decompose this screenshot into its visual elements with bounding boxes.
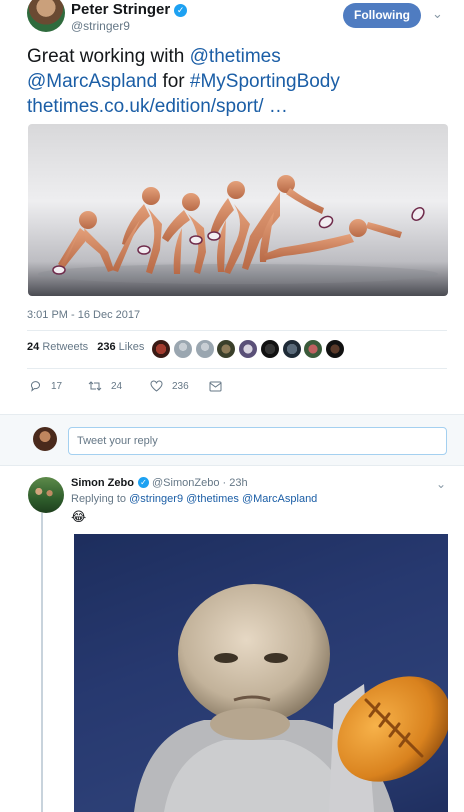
mention-marcaspland[interactable]: @MarcAspland <box>27 71 157 92</box>
tweet-text: Great working with @thetimes @MarcAsplan… <box>27 44 447 119</box>
liker-avatar[interactable] <box>152 340 170 358</box>
reply-count: 17 <box>51 380 63 392</box>
author-name[interactable]: Peter Stringer <box>71 1 170 18</box>
liker-avatar[interactable] <box>304 340 322 358</box>
retweets-label: Retweets <box>42 341 89 353</box>
liker-avatar[interactable] <box>239 340 257 358</box>
divider <box>27 368 447 369</box>
divider <box>27 330 447 331</box>
liker-avatar[interactable] <box>196 340 214 358</box>
tweet-text-line-3: thetimes.co.uk/edition/sport/ … <box>27 94 447 119</box>
tweet-timestamp[interactable]: 3:01 PM - 16 Dec 2017 <box>27 309 140 321</box>
tweet-text-segment: Great working with <box>27 46 190 67</box>
retweet-action[interactable]: 24 <box>88 378 122 394</box>
verified-badge-icon: ✓ <box>174 4 188 17</box>
replying-to: Replying to @stringer9 @thetimes @MarcAs… <box>71 493 317 505</box>
hashtag-mysportingbody[interactable]: #MySportingBody <box>190 71 340 92</box>
likes-stat[interactable]: 236 Likes <box>97 341 144 353</box>
reply-text-emoji: 😂 <box>71 509 87 524</box>
retweet-count: 24 <box>111 380 123 392</box>
following-button[interactable]: Following <box>343 3 421 28</box>
author-avatar[interactable] <box>27 0 65 32</box>
mention-stringer9[interactable]: @stringer9 <box>129 493 183 505</box>
message-icon <box>209 381 222 391</box>
chevron-down-icon[interactable]: ⌄ <box>436 477 446 491</box>
article-link[interactable]: thetimes.co.uk/edition/sport/ <box>27 96 264 117</box>
tweet-media-image[interactable] <box>28 124 448 296</box>
liker-avatar[interactable] <box>326 340 344 358</box>
tweet-text-segment: for <box>157 71 190 92</box>
retweets-count: 24 <box>27 341 40 353</box>
tweet-header: Peter Stringer ✓ @stringer9 Following ⌄ <box>27 0 447 36</box>
tweet-actions: 17 24 236 <box>27 378 287 394</box>
author-handle[interactable]: @stringer9 <box>71 19 130 33</box>
retweet-icon <box>88 381 102 391</box>
current-user-avatar <box>33 427 57 451</box>
man-holding-rugby-ball-image <box>74 534 448 812</box>
reply-media-image[interactable] <box>74 534 448 812</box>
reply-author-name[interactable]: Simon Zebo <box>71 477 134 489</box>
liker-avatar[interactable] <box>217 340 235 358</box>
reply-composer-bar: Tweet your reply <box>0 414 464 466</box>
likes-count: 236 <box>97 341 116 353</box>
reply-icon <box>30 381 40 392</box>
reply-author-row: Simon Zebo ✓ @SimonZebo · 23h <box>71 477 248 489</box>
replying-to-label: Replying to <box>71 493 130 505</box>
liker-avatar[interactable] <box>261 340 279 358</box>
direct-message-action[interactable] <box>209 378 231 394</box>
like-action[interactable]: 236 <box>150 378 189 394</box>
author-name-row[interactable]: Peter Stringer ✓ <box>71 1 188 18</box>
heart-icon <box>150 380 163 392</box>
tweet-text-line-1: Great working with @thetimes <box>27 44 447 69</box>
reply-author-avatar[interactable] <box>28 477 64 513</box>
reply-input[interactable]: Tweet your reply <box>68 427 447 455</box>
mention-marcaspland[interactable]: @MarcAspland <box>242 493 317 505</box>
tweet-text-line-2: @MarcAspland for #MySportingBody <box>27 69 447 94</box>
link-ellipsis[interactable]: … <box>264 96 288 117</box>
thread-line <box>41 513 43 812</box>
mention-thetimes[interactable]: @thetimes <box>186 493 239 505</box>
tweet-stats: 24 Retweets 236 Likes <box>27 341 150 361</box>
rugby-dive-sequence-illustration <box>38 175 438 284</box>
chevron-down-icon[interactable]: ⌄ <box>432 6 443 22</box>
main-tweet: Peter Stringer ✓ @stringer9 Following ⌄ G… <box>0 0 464 410</box>
liker-avatar[interactable] <box>174 340 192 358</box>
reply-tweet: Simon Zebo ✓ @SimonZebo · 23h ⌄ Replying … <box>0 467 464 812</box>
like-count: 236 <box>172 380 189 392</box>
likes-label: Likes <box>118 341 145 353</box>
reply-action[interactable]: 17 <box>30 378 62 394</box>
reply-age[interactable]: · 23h <box>223 477 248 489</box>
retweets-stat[interactable]: 24 Retweets <box>27 341 88 353</box>
verified-badge-icon: ✓ <box>137 477 149 488</box>
mention-thetimes[interactable]: @thetimes <box>190 46 281 67</box>
reply-author-handle[interactable]: @SimonZebo <box>152 477 219 489</box>
liker-avatar[interactable] <box>283 340 301 358</box>
